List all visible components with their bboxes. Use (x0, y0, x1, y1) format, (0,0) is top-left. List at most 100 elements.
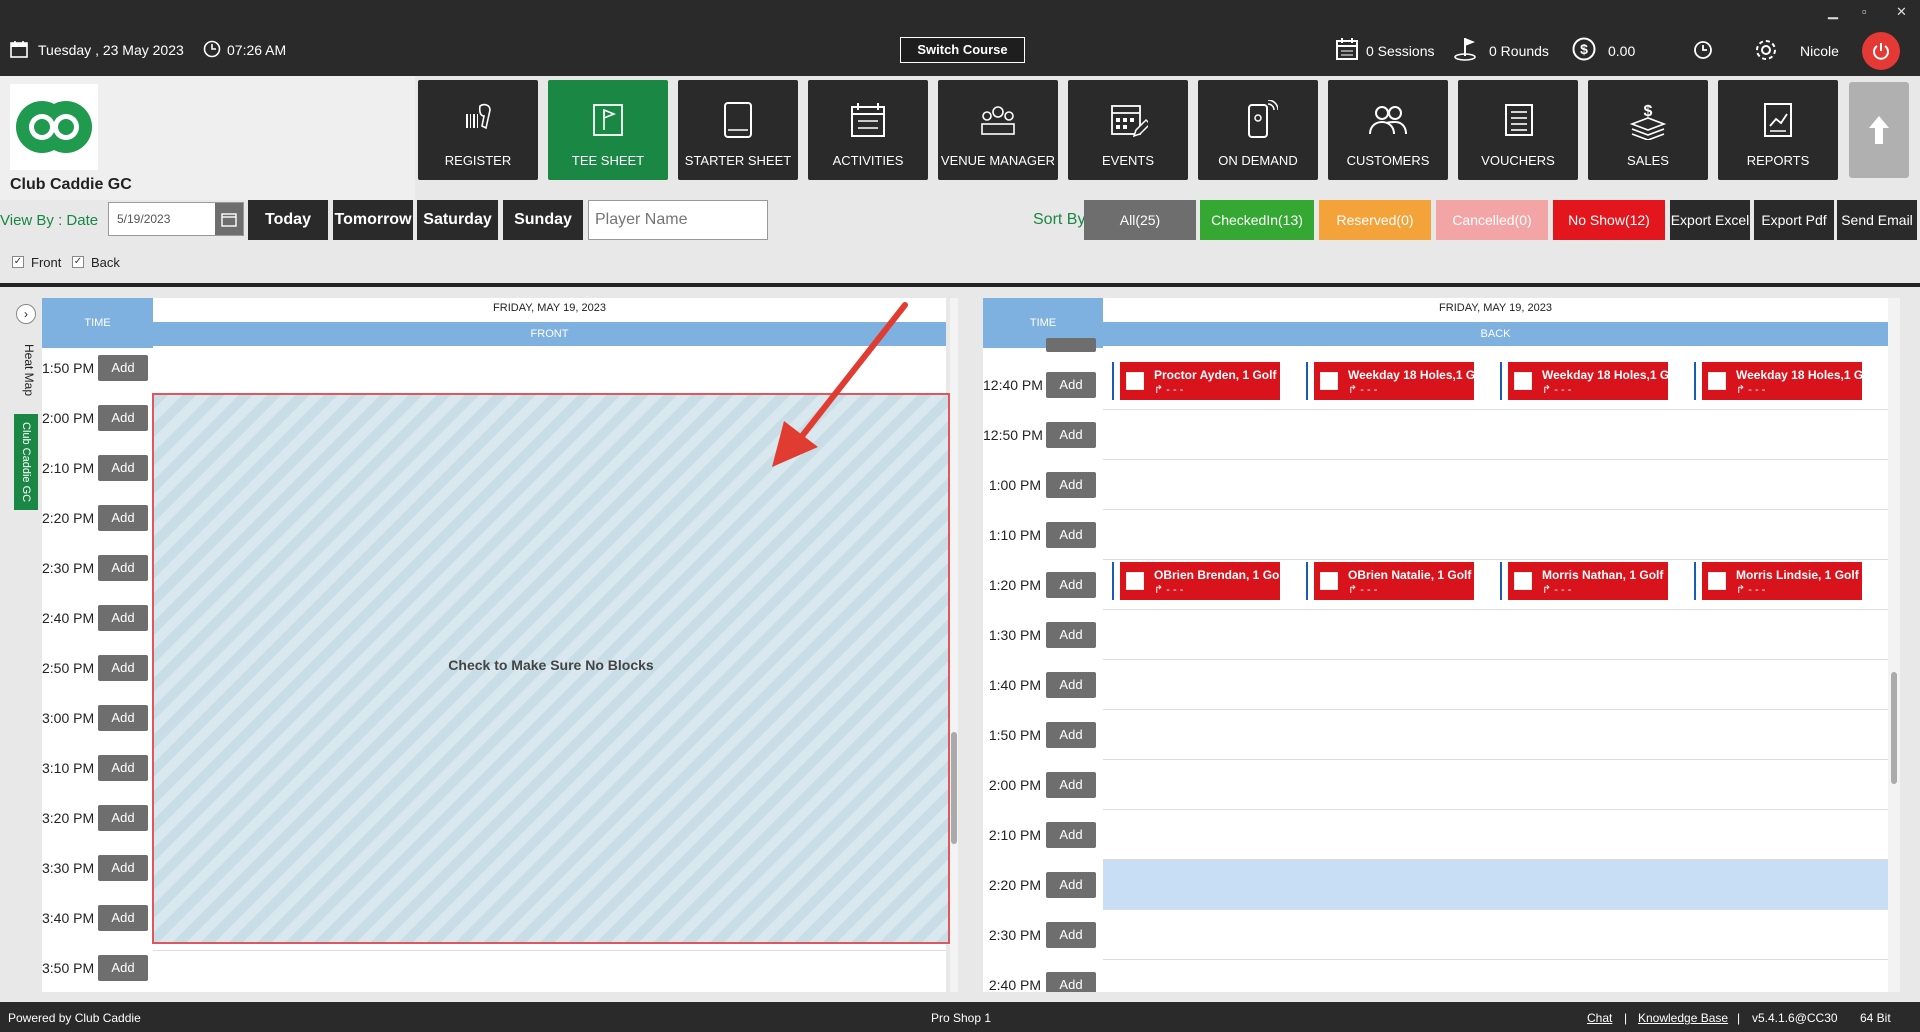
power-button[interactable] (1862, 32, 1900, 70)
booking-card[interactable]: Weekday 18 Holes,1 G ↱ - - - (1696, 362, 1862, 400)
nav-customers[interactable]: CUSTOMERS (1328, 80, 1448, 180)
booking-checkbox[interactable] (1708, 572, 1726, 590)
booking-card[interactable]: Morris Lindsie, 1 Golf ↱ - - - (1696, 562, 1862, 600)
club-tab[interactable]: Club Caddie GC (14, 414, 38, 510)
sort-noshow-button[interactable]: No Show(12) (1553, 200, 1665, 240)
date-value: 5/19/2023 (117, 212, 171, 226)
add-button[interactable]: Add (1046, 822, 1096, 848)
add-button[interactable]: Add (98, 855, 148, 881)
booking-card[interactable]: OBrien Brendan, 1 Go ↱ - - - (1114, 562, 1280, 600)
add-button[interactable]: Add (98, 655, 148, 681)
add-button[interactable]: Add (1046, 972, 1096, 992)
booking-card[interactable]: Morris Nathan, 1 Golf ↱ - - - (1502, 562, 1668, 600)
export-excel-button[interactable]: Export Excel (1670, 200, 1750, 240)
booking-card[interactable]: Proctor Ayden, 1 Golf ↱ - - - (1114, 362, 1280, 400)
nav-events[interactable]: EVENTS (1068, 80, 1188, 180)
add-button[interactable]: Add (98, 555, 148, 581)
back-scroll-thumb[interactable] (1891, 672, 1897, 784)
add-button[interactable]: Add (98, 405, 148, 431)
date-picker[interactable]: 5/19/2023 (108, 202, 244, 236)
booking-checkbox[interactable] (1708, 372, 1726, 390)
nav-sales[interactable]: $ SALES (1588, 80, 1708, 180)
add-button[interactable]: Add (98, 955, 148, 981)
add-button[interactable]: Add (1046, 622, 1096, 648)
chat-link[interactable]: Chat (1587, 1011, 1612, 1025)
front-scroll-thumb[interactable] (951, 732, 957, 844)
booking-card[interactable]: OBrien Natalie, 1 Golf ↱ - - - (1308, 562, 1474, 600)
chevron-right-icon[interactable]: › (16, 304, 36, 324)
booking-sub: ↱ - - - (1542, 584, 1572, 596)
add-button[interactable]: Add (1046, 772, 1096, 798)
nav-starter-sheet[interactable]: STARTER SHEET (678, 80, 798, 180)
booking-checkbox[interactable] (1514, 372, 1532, 390)
saturday-button[interactable]: Saturday (417, 200, 498, 240)
add-button[interactable]: Add (1046, 572, 1096, 598)
row-divider (1103, 709, 1888, 710)
add-button[interactable]: Add (1046, 422, 1096, 448)
sort-all-button[interactable]: All(25) (1084, 200, 1196, 240)
sort-checkedin-button[interactable]: CheckedIn(13) (1200, 200, 1314, 240)
add-button[interactable]: Add (98, 755, 148, 781)
add-button[interactable]: Add (98, 805, 148, 831)
booking-checkbox[interactable] (1514, 572, 1532, 590)
player-name-input[interactable] (588, 200, 768, 240)
nav-venue-manager[interactable]: VENUE MANAGER (938, 80, 1058, 180)
front-checkbox[interactable]: ✓ (12, 256, 24, 268)
sessions-count[interactable]: 0 Sessions (1366, 43, 1434, 59)
add-button[interactable]: Add (1046, 722, 1096, 748)
booking-name: Weekday 18 Holes,1 G (1348, 368, 1474, 382)
add-button[interactable]: Add (98, 355, 148, 381)
booking-checkbox[interactable] (1126, 372, 1144, 390)
front-scroll-track[interactable] (950, 298, 958, 992)
scroll-top-button[interactable] (1849, 82, 1909, 178)
add-button[interactable]: Add (98, 905, 148, 931)
user-name[interactable]: Nicole (1800, 43, 1839, 59)
nav-activities[interactable]: ACTIVITIES (808, 80, 928, 180)
add-button[interactable]: Add (98, 605, 148, 631)
knowledge-base-link[interactable]: Knowledge Base (1638, 1011, 1728, 1025)
add-button[interactable]: Add (98, 505, 148, 531)
add-button[interactable]: Add (1046, 922, 1096, 948)
add-button[interactable]: Add (1046, 372, 1096, 398)
tomorrow-button[interactable]: Tomorrow (333, 200, 413, 240)
minimize-button[interactable]: ▁ (1828, 4, 1838, 20)
add-button[interactable]: Add (1046, 672, 1096, 698)
sort-reserved-button[interactable]: Reserved(0) (1319, 200, 1431, 240)
current-date: Tuesday , 23 May 2023 (38, 42, 184, 58)
section-divider (0, 283, 1920, 287)
booking-checkbox[interactable] (1320, 572, 1338, 590)
booking-card[interactable]: Weekday 18 Holes,1 G ↱ - - - (1308, 362, 1474, 400)
sunday-button[interactable]: Sunday (503, 200, 583, 240)
switch-course-button[interactable]: Switch Course (900, 37, 1025, 63)
history-clock-icon[interactable] (1693, 40, 1713, 60)
nav-reports[interactable]: REPORTS (1718, 80, 1838, 180)
add-button[interactable] (1046, 338, 1096, 352)
today-button[interactable]: Today (248, 200, 328, 240)
date-picker-button[interactable] (215, 203, 243, 235)
selected-row[interactable] (1103, 860, 1888, 910)
add-button[interactable]: Add (98, 455, 148, 481)
add-button[interactable]: Add (1046, 872, 1096, 898)
gear-icon[interactable] (1753, 37, 1779, 63)
maximize-button[interactable]: ▫ (1862, 4, 1867, 19)
send-email-button[interactable]: Send Email (1837, 200, 1917, 240)
export-pdf-button[interactable]: Export Pdf (1754, 200, 1834, 240)
add-button[interactable]: Add (1046, 522, 1096, 548)
heat-map-tab[interactable]: Heat Map (16, 330, 36, 410)
nav-on-demand[interactable]: ON DEMAND (1198, 80, 1318, 180)
back-scroll-track[interactable] (1888, 298, 1900, 992)
block-overlay[interactable]: Check to Make Sure No Blocks (152, 393, 950, 944)
sort-cancelled-button[interactable]: Cancelled(0) (1436, 200, 1548, 240)
back-checkbox[interactable]: ✓ (72, 256, 84, 268)
nav-tee-sheet[interactable]: TEE SHEET (548, 80, 668, 180)
close-button[interactable]: ✕ (1896, 4, 1907, 20)
nav-register[interactable]: REGISTER (418, 80, 538, 180)
nav-vouchers[interactable]: VOUCHERS (1458, 80, 1578, 180)
add-button[interactable]: Add (1046, 472, 1096, 498)
booking-checkbox[interactable] (1320, 372, 1338, 390)
booking-card[interactable]: Weekday 18 Holes,1 G ↱ - - - (1502, 362, 1668, 400)
booking-checkbox[interactable] (1126, 572, 1144, 590)
rounds-count[interactable]: 0 Rounds (1489, 43, 1549, 59)
back-date-header: FRIDAY, MAY 19, 2023 (1439, 302, 1552, 314)
add-button[interactable]: Add (98, 705, 148, 731)
